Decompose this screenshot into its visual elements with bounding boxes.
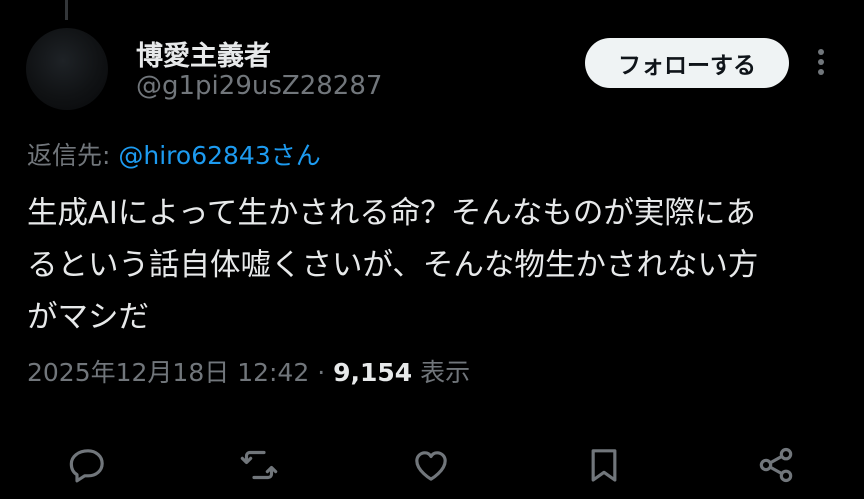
more-vertical-icon[interactable]: [806, 42, 836, 82]
tweet-detail: 博愛主義者 @g1pi29usZ28287 フォローする 返信先: @hiro6…: [0, 0, 864, 499]
like-icon[interactable]: [410, 444, 452, 486]
tweet-text: 生成AIによって生かされる命？そんなものが実際にあ るという話自体嘘くさいが、そ…: [27, 188, 837, 344]
views-label: 表示: [412, 358, 471, 387]
tweet-text-line: 生成AIによって生かされる命？そんなものが実際にあ: [27, 196, 756, 231]
share-icon[interactable]: [755, 444, 797, 486]
reply-prefix: 返信先:: [27, 141, 119, 170]
author-handle[interactable]: @g1pi29usZ28287: [136, 71, 382, 101]
views-count: 9,154: [333, 358, 413, 387]
tweet-text-line: るという話自体嘘くさいが、そんな物生かされない方: [27, 248, 759, 283]
thread-connector-line: [65, 0, 68, 20]
repost-icon[interactable]: [238, 444, 280, 486]
follow-button[interactable]: フォローする: [585, 38, 789, 88]
tweet-meta: 2025年12月18日 12:42 · 9,154 表示: [27, 353, 470, 389]
tweet-text-line: がマシだ: [27, 300, 149, 335]
reply-icon[interactable]: [67, 444, 109, 486]
tweet-timestamp[interactable]: 2025年12月18日 12:42: [27, 358, 309, 387]
reply-context: 返信先: @hiro62843さん: [27, 136, 321, 172]
bookmark-icon[interactable]: [583, 444, 625, 486]
reply-mention-link[interactable]: @hiro62843さん: [118, 141, 320, 170]
avatar[interactable]: [26, 28, 108, 110]
author-display-name[interactable]: 博愛主義者: [136, 34, 271, 73]
meta-separator: ·: [309, 358, 334, 387]
